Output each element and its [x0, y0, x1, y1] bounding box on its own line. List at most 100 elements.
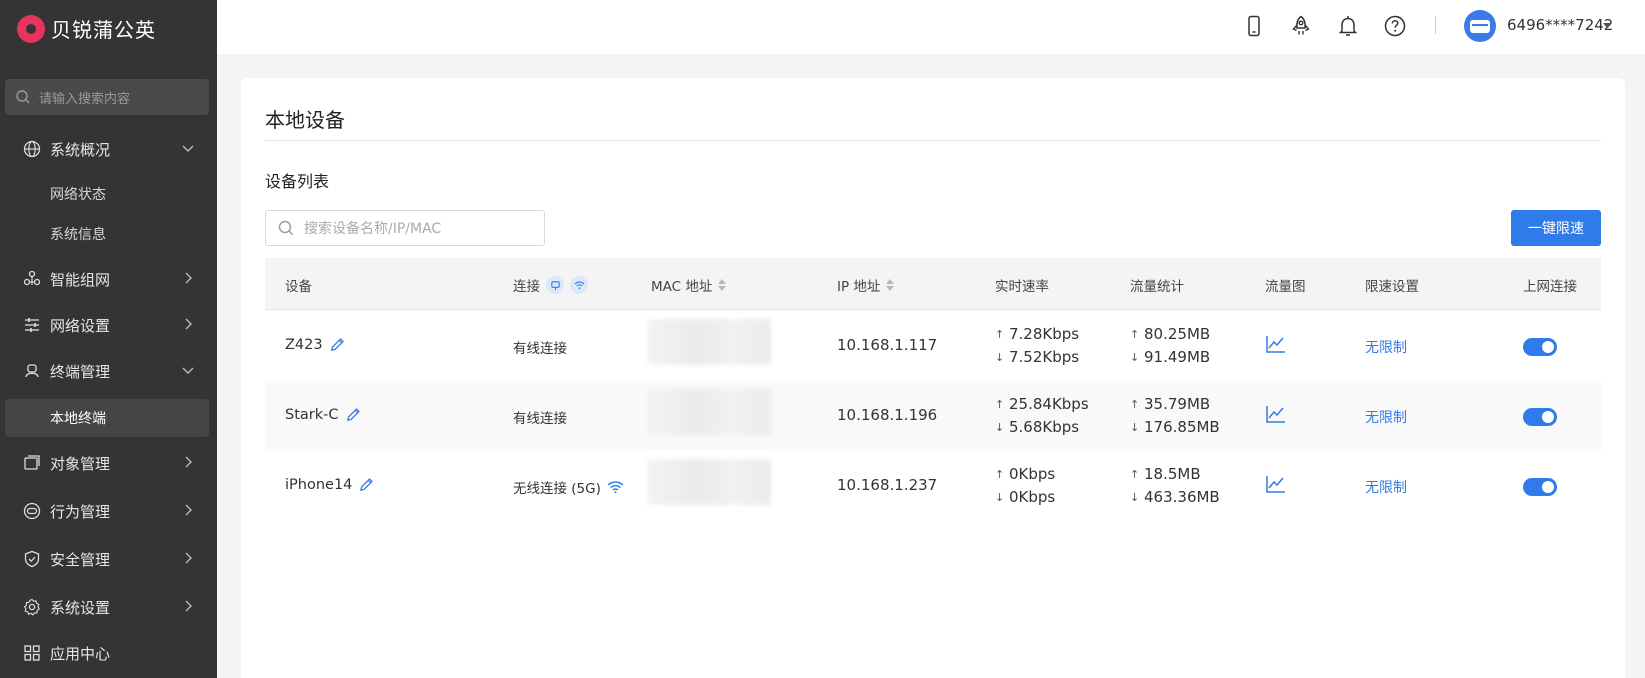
behavior-icon: [22, 501, 42, 521]
internet-access-toggle[interactable]: [1523, 408, 1557, 426]
sidebar-item-terminal-management[interactable]: 终端管理: [0, 351, 217, 391]
apps-icon: [22, 643, 42, 663]
chevron-right-icon: [185, 318, 192, 330]
brand-logo[interactable]: 贝锐蒲公英: [17, 14, 156, 43]
connection-type: 有线连接: [513, 341, 567, 357]
help-icon[interactable]: [1382, 13, 1408, 39]
one-click-limit-button[interactable]: 一键限速: [1511, 210, 1601, 246]
realtime-rate-cell: ↑ 25.84Kbps ↓ 5.68Kbps: [995, 393, 1089, 439]
column-header-device: 设备: [285, 279, 312, 295]
sort-icon[interactable]: [718, 279, 727, 291]
traffic-chart-icon[interactable]: [1265, 473, 1289, 495]
column-header-label: IP 地址: [837, 279, 881, 295]
bell-icon[interactable]: [1335, 13, 1361, 39]
arrow-up-icon: ↑: [1130, 398, 1140, 411]
sort-icon[interactable]: [886, 279, 895, 291]
edit-pencil-icon[interactable]: [345, 406, 362, 423]
terminal-icon: [22, 361, 42, 381]
object-icon: [22, 453, 42, 473]
sidebar-item-label: 终端管理: [50, 362, 111, 381]
arrow-down-icon: ↓: [1130, 421, 1140, 434]
divider: [1435, 16, 1436, 34]
mac-address-blurred: [647, 389, 771, 435]
upload-traffic: 18.5MB: [1144, 465, 1201, 483]
internet-access-toggle[interactable]: [1523, 478, 1557, 496]
arrow-up-icon: ↑: [995, 398, 1005, 411]
sidebar-item-overview[interactable]: 系统概况: [0, 129, 217, 169]
column-header-chart: 流量图: [1265, 279, 1306, 295]
shield-icon: [22, 549, 42, 569]
connection-type: 无线连接 (5G): [513, 481, 601, 497]
wifi-icon: [607, 481, 624, 494]
device-name: iPhone14: [285, 476, 353, 493]
traffic-stats-cell: ↑ 80.25MB ↓ 91.49MB: [1130, 323, 1210, 369]
ip-address: 10.168.1.237: [837, 476, 938, 494]
device-name-cell: iPhone14: [285, 476, 375, 493]
rocket-icon[interactable]: [1288, 13, 1314, 39]
column-header-online: 上网连接: [1523, 279, 1577, 295]
sidebar-subitem-network-status[interactable]: 网络状态: [0, 175, 217, 213]
column-header-connection: 连接: [513, 275, 588, 295]
ip-address: 10.168.1.117: [837, 336, 938, 354]
sidebar-item-label: 行为管理: [50, 502, 111, 521]
connection-cell: 有线连接: [513, 337, 567, 357]
traffic-stats-cell: ↑ 18.5MB ↓ 463.36MB: [1130, 463, 1220, 509]
column-header-ip[interactable]: IP 地址: [837, 275, 895, 295]
table-row: Z423 有线连接 10.168.1.117 ↑ 7.28Kbps ↓ 7.52Kb…: [265, 311, 1601, 381]
caret-down-icon[interactable]: [1603, 23, 1611, 28]
download-rate: 5.68Kbps: [1009, 418, 1080, 436]
upload-rate: 7.28Kbps: [1009, 325, 1080, 343]
search-icon: [16, 90, 30, 104]
sidebar-item-system-settings[interactable]: 系统设置: [0, 587, 217, 627]
realtime-rate-cell: ↑ 7.28Kbps ↓ 7.52Kbps: [995, 323, 1079, 369]
sidebar-search-placeholder: 请输入搜索内容: [39, 91, 131, 107]
sidebar-subitem-system-info[interactable]: 系统信息: [0, 215, 217, 253]
arrow-down-icon: ↓: [995, 351, 1005, 364]
connection-cell: 无线连接 (5G): [513, 477, 624, 497]
internet-access-toggle[interactable]: [1523, 338, 1557, 356]
sidebar-item-security-management[interactable]: 安全管理: [0, 539, 217, 579]
sidebar: 贝锐蒲公英 请输入搜索内容 系统概况 网络状态 系统信息 智能组网 网络设置 终…: [0, 0, 217, 678]
sidebar-item-label: 安全管理: [50, 550, 111, 569]
username[interactable]: 6496****7242: [1507, 16, 1613, 34]
speed-limit-link[interactable]: 无限制: [1365, 337, 1407, 357]
download-traffic: 176.85MB: [1144, 418, 1220, 436]
column-header-mac[interactable]: MAC 地址: [651, 275, 727, 295]
ip-address: 10.168.1.196: [837, 406, 938, 424]
chevron-right-icon: [185, 456, 192, 468]
sidebar-item-label: 系统概况: [50, 140, 111, 159]
sidebar-item-smart-network[interactable]: 智能组网: [0, 259, 217, 299]
sidebar-item-app-center[interactable]: 应用中心: [0, 633, 217, 673]
avatar[interactable]: [1464, 10, 1496, 42]
arrow-down-icon: ↓: [1130, 491, 1140, 504]
chevron-right-icon: [185, 552, 192, 564]
arrow-down-icon: ↓: [995, 421, 1005, 434]
traffic-chart-icon[interactable]: [1265, 333, 1289, 355]
upload-traffic: 80.25MB: [1144, 325, 1211, 343]
traffic-chart-icon[interactable]: [1265, 403, 1289, 425]
mac-address-blurred: [647, 319, 771, 365]
arrow-down-icon: ↓: [995, 491, 1005, 504]
sidebar-subitem-local-terminal[interactable]: 本地终端: [5, 399, 209, 437]
column-header-label: 连接: [513, 279, 540, 295]
edit-pencil-icon[interactable]: [358, 476, 375, 493]
chevron-down-icon: [182, 367, 194, 374]
sidebar-item-label: 对象管理: [50, 454, 111, 473]
page-title: 本地设备: [265, 108, 345, 132]
wifi-filter-icon[interactable]: [570, 276, 588, 294]
edit-pencil-icon[interactable]: [329, 336, 346, 353]
section-title: 设备列表: [265, 172, 330, 191]
download-rate: 0Kbps: [1009, 488, 1056, 506]
phone-icon[interactable]: [1241, 13, 1267, 39]
sidebar-item-object-management[interactable]: 对象管理: [0, 443, 217, 483]
sidebar-item-network-settings[interactable]: 网络设置: [0, 305, 217, 345]
device-search-placeholder: 搜索设备名称/IP/MAC: [304, 221, 442, 237]
sidebar-item-behavior-management[interactable]: 行为管理: [0, 491, 217, 531]
speed-limit-link[interactable]: 无限制: [1365, 407, 1407, 427]
device-search-input[interactable]: 搜索设备名称/IP/MAC: [265, 210, 545, 246]
sidebar-search-input[interactable]: 请输入搜索内容: [5, 79, 209, 115]
device-name-cell: Stark-C: [285, 406, 362, 423]
speed-limit-link[interactable]: 无限制: [1365, 477, 1407, 497]
upload-rate: 25.84Kbps: [1009, 395, 1089, 413]
wired-filter-icon[interactable]: [546, 276, 564, 294]
